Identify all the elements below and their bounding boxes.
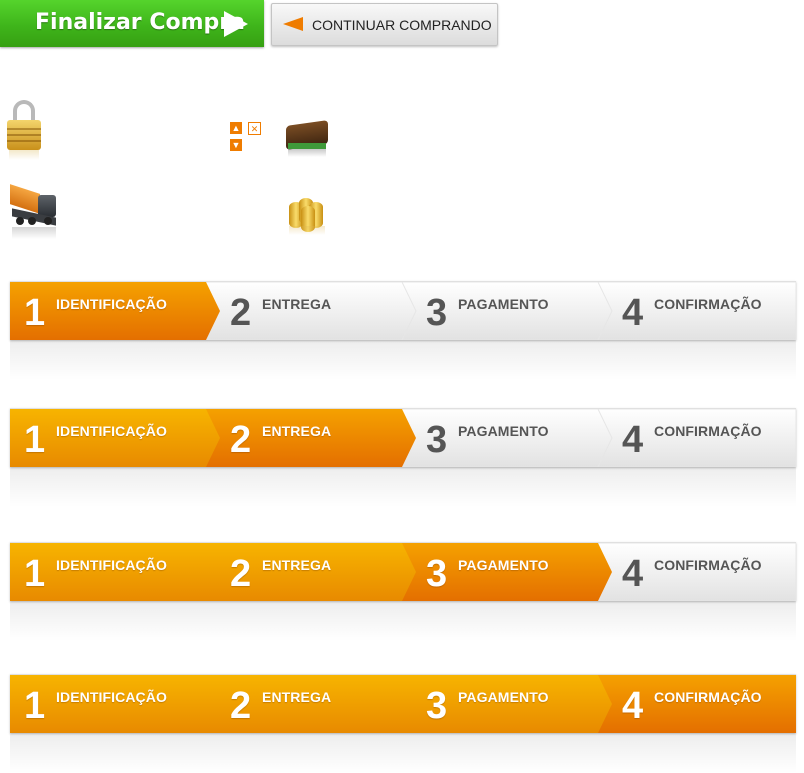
play-arrow-icon: [224, 11, 248, 37]
step-label: CONFIRMAÇÃO: [654, 689, 762, 705]
step-number: 2: [230, 685, 252, 727]
step-label: ENTREGA: [262, 423, 332, 439]
step-label: IDENTIFICAÇÃO: [56, 296, 167, 312]
step-label: IDENTIFICAÇÃO: [56, 557, 167, 573]
step-number: 4: [622, 685, 644, 727]
coins-icon: [289, 196, 325, 236]
step-label: CONFIRMAÇÃO: [654, 557, 762, 573]
sort-icons: ▲ ✕ ▼: [230, 122, 264, 152]
arrow-down-icon[interactable]: ▼: [230, 139, 242, 151]
step-label: PAGAMENTO: [458, 296, 549, 312]
step-number: 1: [24, 292, 46, 334]
checkout-progress-bar: 1 IDENTIFICAÇÃO 2 ENTREGA 3 PAGAMENTO 4 …: [10, 281, 796, 380]
step-label: ENTREGA: [262, 296, 332, 312]
truck-icon: [8, 184, 58, 240]
step-number: 4: [622, 292, 644, 334]
step-label: CONFIRMAÇÃO: [654, 423, 762, 439]
step-number: 2: [230, 419, 252, 461]
lock-icon: [7, 100, 41, 160]
finalizar-compra-label: Finalizar Compra: [35, 10, 245, 35]
step-number: 4: [622, 553, 644, 595]
back-arrow-icon: [283, 17, 303, 31]
step-label: PAGAMENTO: [458, 689, 549, 705]
arrow-up-icon[interactable]: ▲: [230, 122, 242, 134]
step-number: 3: [426, 685, 448, 727]
step-number: 1: [24, 419, 46, 461]
step-label: IDENTIFICAÇÃO: [56, 423, 167, 439]
step-label: PAGAMENTO: [458, 423, 549, 439]
step-number: 3: [426, 419, 448, 461]
checkout-progress-bar: 1 IDENTIFICAÇÃO 2 ENTREGA 3 PAGAMENTO 4 …: [10, 408, 796, 507]
step-number: 2: [230, 553, 252, 595]
checkout-progress-bar: 1 IDENTIFICAÇÃO 2 ENTREGA 3 PAGAMENTO 4 …: [10, 674, 796, 773]
step-label: ENTREGA: [262, 689, 332, 705]
step-number: 3: [426, 292, 448, 334]
step-label: PAGAMENTO: [458, 557, 549, 573]
step-number: 1: [24, 553, 46, 595]
continuar-comprando-label: CONTINUAR COMPRANDO: [312, 17, 492, 33]
step-number: 2: [230, 292, 252, 334]
step-label: ENTREGA: [262, 557, 332, 573]
step-number: 4: [622, 419, 644, 461]
step-label: IDENTIFICAÇÃO: [56, 689, 167, 705]
step-number: 3: [426, 553, 448, 595]
finalizar-compra-button[interactable]: Finalizar Compra: [0, 0, 264, 47]
remove-icon[interactable]: ✕: [248, 122, 261, 135]
step-number: 1: [24, 685, 46, 727]
wallet-icon: [284, 115, 328, 159]
step-label: CONFIRMAÇÃO: [654, 296, 762, 312]
continuar-comprando-button[interactable]: CONTINUAR COMPRANDO: [271, 3, 498, 46]
checkout-progress-bar: 1 IDENTIFICAÇÃO 2 ENTREGA 3 PAGAMENTO 4 …: [10, 542, 796, 641]
